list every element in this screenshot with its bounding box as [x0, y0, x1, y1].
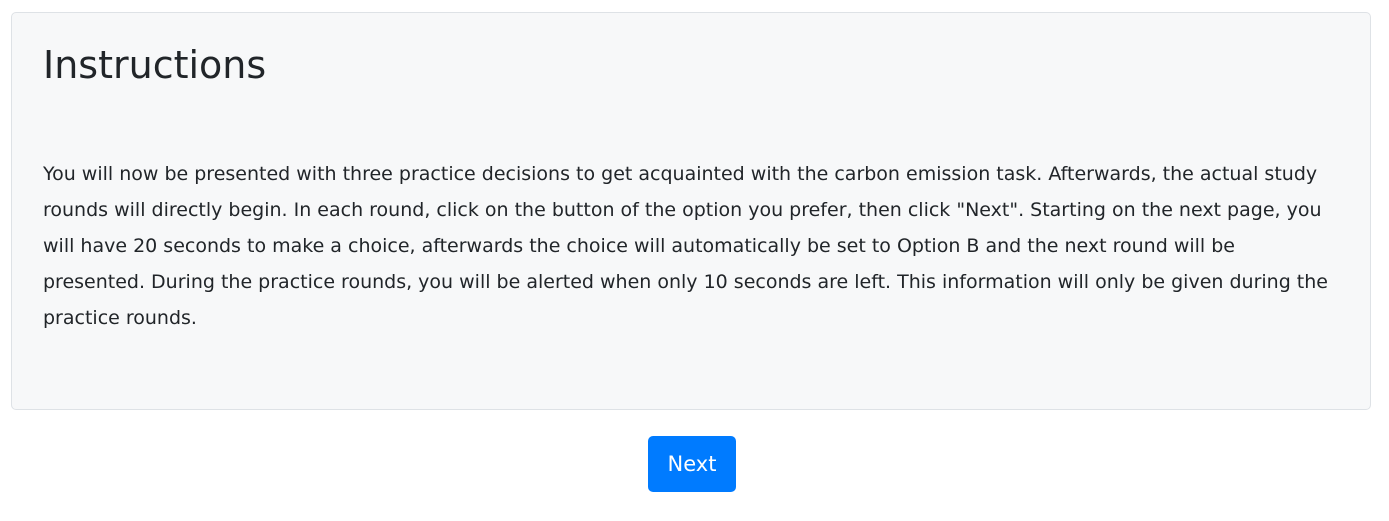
next-button[interactable]: Next — [648, 436, 736, 492]
instructions-text: You will now be presented with three pra… — [43, 163, 1328, 329]
page-title: Instructions — [43, 43, 267, 87]
instructions-card: Instructions You will now be presented w… — [11, 12, 1371, 410]
